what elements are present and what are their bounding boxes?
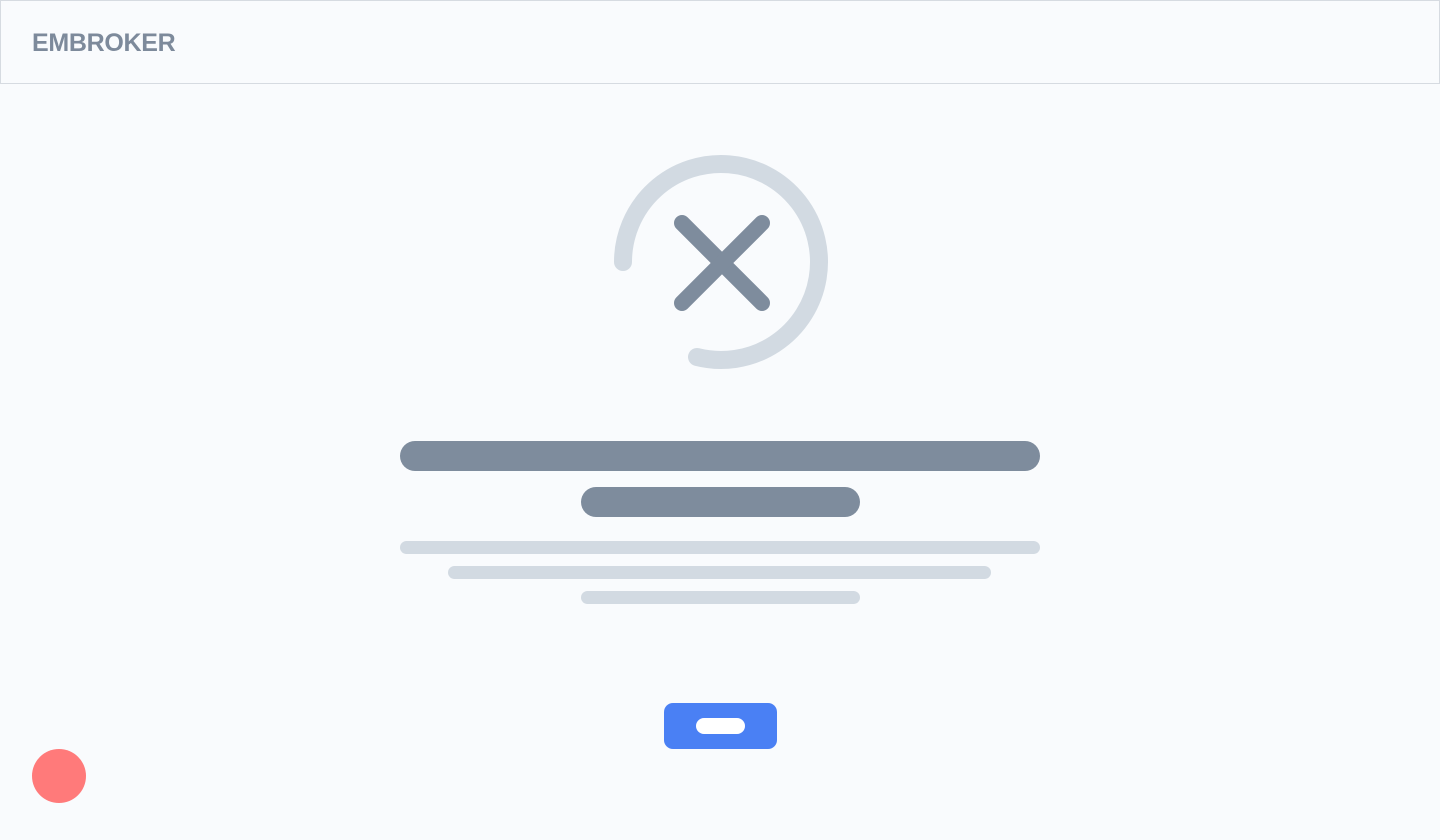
status-graphic xyxy=(614,155,828,369)
embroker-logo[interactable]: EMBROKER xyxy=(32,28,176,58)
heading-placeholder-line-1 xyxy=(400,441,1040,471)
primary-action-button[interactable] xyxy=(664,703,777,749)
body-placeholder-line-2 xyxy=(448,566,991,579)
body-placeholder-line-3 xyxy=(581,591,860,604)
close-icon xyxy=(674,215,770,311)
top-header: EMBROKER xyxy=(0,0,1440,84)
body-placeholder-line-1 xyxy=(400,541,1040,554)
button-label-placeholder xyxy=(696,718,745,734)
heading-placeholder-line-2 xyxy=(581,487,860,517)
chat-launcher-button[interactable] xyxy=(32,749,86,803)
